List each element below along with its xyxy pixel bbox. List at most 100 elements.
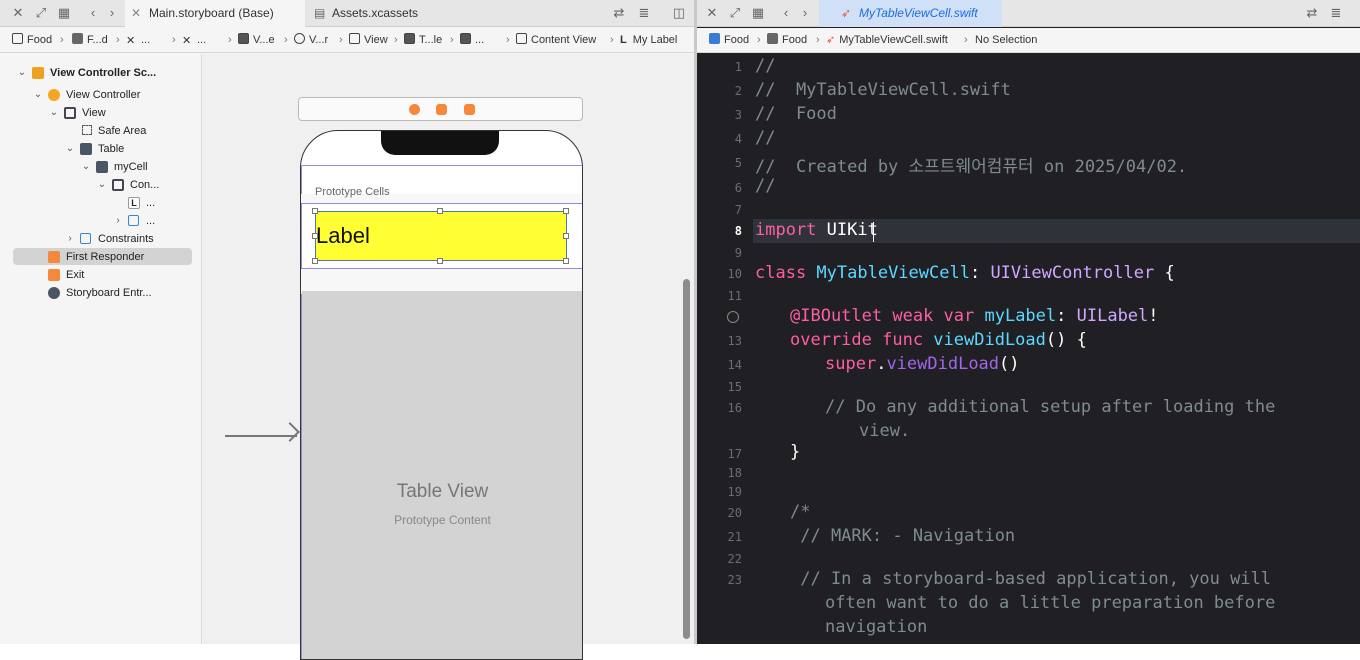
lines-icon[interactable]: ≣ [1327,4,1345,22]
line-number: 17 [727,447,742,461]
storyboard-icon: ✕ [182,35,192,47]
close-icon[interactable]: ✕ [9,4,27,22]
grid-icon[interactable]: ▦ [749,4,767,22]
line-number: 9 [734,246,742,260]
crumb-food-folder[interactable]: Food [767,28,807,53]
line-number: 13 [727,334,742,348]
scene-dock[interactable] [298,97,583,121]
document-outline: ⌄ View Controller Sc... ⌄ View Controlle… [0,54,202,644]
swap-icon[interactable]: ⇄ [1303,4,1321,22]
crumb-swift-file[interactable]: ➶ MyTableViewCell.swift [826,28,948,53]
crumb-folder[interactable]: F...d [72,28,108,53]
tab-main-storyboard[interactable]: ✕ Main.storyboard (Base) [125,0,305,27]
constraint-icon [128,215,139,226]
chevron-right-icon[interactable]: › [112,212,124,230]
code-line: // [755,56,776,76]
crumb-storyboard[interactable]: ✕... [126,28,150,53]
chevron-right-icon: › [60,34,64,46]
storyboard-canvas[interactable]: Prototype Cells Label Table View Prototy… [203,54,694,660]
my-label[interactable]: Label [315,211,567,261]
code-line-override: override func viewDidLoad() { [790,330,1087,350]
exit-icon[interactable] [464,104,475,115]
crumb-storyboard-base[interactable]: ✕... [182,28,206,53]
left-jump-bar: Food › F...d › ✕... › ✕... › V...e › V..… [0,28,694,53]
crumb-cell[interactable]: ... [460,28,484,53]
expand-icon[interactable]: ⤢ [32,4,50,22]
resize-handle[interactable] [563,208,569,214]
line-number: 15 [727,380,742,394]
canvas-scrollbar[interactable] [683,279,690,639]
tab-label: Main.storyboard (Base) [149,6,274,20]
forward-icon[interactable]: › [103,4,121,22]
crumb-food-project[interactable]: Food [709,28,749,53]
chevron-right-icon: › [816,34,820,46]
table-view-placeholder[interactable]: Table View Prototype Content [302,291,582,659]
outlet-connection-icon[interactable] [727,311,739,323]
back-icon[interactable]: ‹ [777,4,795,22]
line-number: 18 [727,466,742,480]
device-frame[interactable]: Prototype Cells Label Table View Prototy… [300,130,583,660]
first-responder-icon[interactable] [436,104,447,115]
right-tab-bar: ✕ ⤢ ▦ ‹ › ➶ MyTableViewCell.swift ⇄ ≣ [697,0,1360,27]
folder-icon [72,33,83,44]
lines-icon[interactable]: ≣ [635,4,653,22]
chevron-right-icon: › [757,34,761,46]
chevron-right-icon[interactable]: › [64,230,76,248]
chevron-down-icon[interactable]: ⌄ [16,64,28,82]
view-controller-icon [294,33,305,44]
table-view-subtitle: Prototype Content [394,513,491,527]
line-number: 3 [734,108,742,122]
resize-handle[interactable] [437,258,443,264]
scene-icon [238,33,249,44]
chevron-down-icon[interactable]: ⌄ [48,104,60,122]
crumb-my-label[interactable]: L My Label [620,28,677,53]
resize-handle[interactable] [312,233,318,239]
swift-icon: ➶ [826,34,836,46]
code-line-comment-cont: navigation [825,617,928,637]
line-number: 21 [727,530,742,544]
resize-handle[interactable] [312,258,318,264]
tab-assets[interactable]: ▤ Assets.xcassets [308,0,488,27]
crumb-food[interactable]: Food [12,28,52,53]
left-tab-bar: ✕ ⤢ ▦ ‹ › ✕ Main.storyboard (Base) ▤ Ass… [0,0,694,27]
prototype-cells-label: Prototype Cells [315,186,390,198]
resize-handle[interactable] [312,208,318,214]
chevron-right-icon: › [964,34,968,46]
split-icon[interactable]: ◫ [670,4,688,22]
code-line-mark: // MARK: - Navigation [790,526,1016,546]
chevron-down-icon[interactable]: ⌄ [96,176,108,194]
chevron-down-icon[interactable]: ⌄ [80,158,92,176]
constraints-icon [80,233,91,244]
text-cursor [873,222,874,242]
crumb-table[interactable]: T...le [404,28,442,53]
forward-icon[interactable]: › [796,4,814,22]
resize-handle[interactable] [563,258,569,264]
tab-label: Assets.xcassets [332,6,419,20]
grid-icon[interactable]: ▦ [55,4,73,22]
chevron-down-icon[interactable]: ⌄ [32,86,44,104]
swap-icon[interactable]: ⇄ [610,4,628,22]
crumb-no-selection[interactable]: No Selection [975,28,1037,53]
source-area[interactable]: 1 2 3 4 5 6 7 8 9 10 11 13 14 15 16 17 1… [697,54,1360,644]
line-number: 16 [727,401,742,415]
close-icon[interactable]: ✕ [703,4,721,22]
resize-handle[interactable] [563,233,569,239]
expand-icon[interactable]: ⤢ [726,4,744,22]
crumb-scene[interactable]: V...e [238,28,275,53]
right-jump-bar: Food › Food › ➶ MyTableViewCell.swift › N… [697,28,1360,53]
line-number: 2 [734,84,742,98]
crumb-content-view[interactable]: Content View [516,28,596,53]
chevron-down-icon[interactable]: ⌄ [64,140,76,158]
back-icon[interactable]: ‹ [84,4,102,22]
table-icon [404,33,415,44]
tab-mytableviewcell[interactable]: ➶ MyTableViewCell.swift [819,0,1002,27]
resize-handle[interactable] [437,208,443,214]
code-line-comment-cont: view. [859,421,911,441]
view-icon [516,33,527,44]
crumb-view-controller[interactable]: V...r [294,28,328,53]
device-notch [381,131,499,155]
line-number: 10 [727,267,742,281]
crumb-view[interactable]: View [349,28,388,53]
line-number: 8 [734,224,742,238]
view-controller-icon[interactable] [409,104,420,115]
